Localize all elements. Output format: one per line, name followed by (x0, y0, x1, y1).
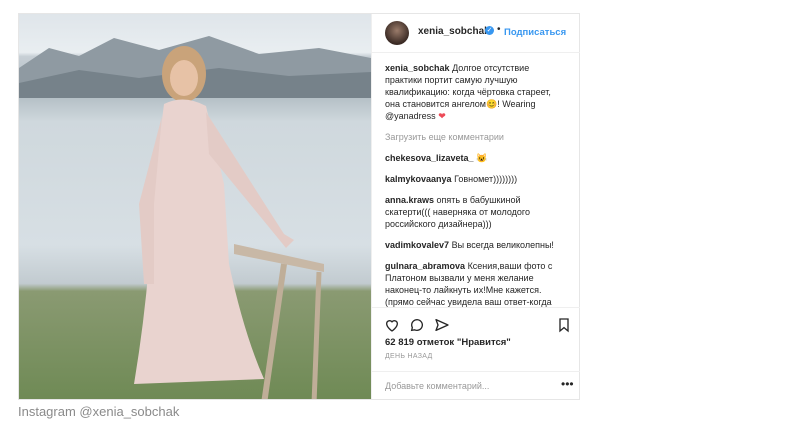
post-sidebar: xenia_sobchak ✓ • Подписаться xenia_sobc… (371, 14, 580, 399)
comment-icon[interactable] (409, 317, 425, 333)
load-more-comments-button[interactable]: Загрузить еще комментарии (385, 131, 565, 143)
action-bar (372, 307, 580, 338)
image-credit-caption: Instagram @xenia_sobchak (18, 404, 180, 419)
comment-username[interactable]: chekesova_lizaveta_ (385, 153, 474, 163)
comment-text: 😺 (476, 153, 488, 163)
comments-list: xenia_sobchak Долгое отсутствие практики… (385, 62, 565, 307)
list-item: chekesova_lizaveta_ 😺 (385, 152, 565, 164)
likes-count[interactable]: 62 819 отметок "Нравится" (385, 337, 511, 348)
share-icon[interactable] (434, 317, 450, 333)
add-comment-input[interactable]: Добавьте комментарий... (385, 381, 489, 391)
more-options-icon[interactable]: ••• (561, 377, 574, 391)
verified-badge-icon: ✓ (485, 26, 494, 35)
post-date: ДЕНЬ НАЗАД (385, 353, 433, 360)
instagram-post-embed: xenia_sobchak ✓ • Подписаться xenia_sobc… (18, 13, 580, 400)
avatar[interactable] (385, 21, 409, 45)
comment-username[interactable]: vadimkovalev7 (385, 240, 449, 250)
comment-username[interactable]: kalmykovaanya (385, 174, 452, 184)
list-item: kalmykovaanya Говномет)))))))) (385, 173, 565, 185)
post-header: xenia_sobchak ✓ • Подписаться (372, 14, 580, 53)
list-item: vadimkovalev7 Вы всегда великолепны! (385, 239, 565, 251)
comment-username[interactable]: anna.kraws (385, 195, 434, 205)
add-comment-bar: Добавьте комментарий... ••• (372, 371, 580, 400)
caption-comment: xenia_sobchak Долгое отсутствие практики… (385, 62, 565, 122)
post-photo[interactable] (19, 14, 371, 399)
separator-dot: • (497, 24, 501, 35)
username-link[interactable]: xenia_sobchak (418, 26, 490, 37)
comment-username[interactable]: xenia_sobchak (385, 63, 450, 73)
heart-icon[interactable] (384, 317, 400, 333)
follow-button[interactable]: Подписаться (504, 27, 566, 38)
bookmark-icon[interactable] (556, 317, 572, 333)
comment-username[interactable]: gulnara_abramova (385, 261, 465, 271)
list-item: gulnara_abramova Ксения,ваши фото с Плат… (385, 260, 565, 307)
comment-text: Вы всегда великолепны! (451, 240, 554, 250)
list-item: anna.kraws опять в бабушкиной скатерти((… (385, 194, 565, 230)
red-heart-emoji: ❤ (438, 111, 446, 121)
comment-text: Говномет)))))))) (454, 174, 518, 184)
woman-in-dress-figure (134, 46, 324, 399)
